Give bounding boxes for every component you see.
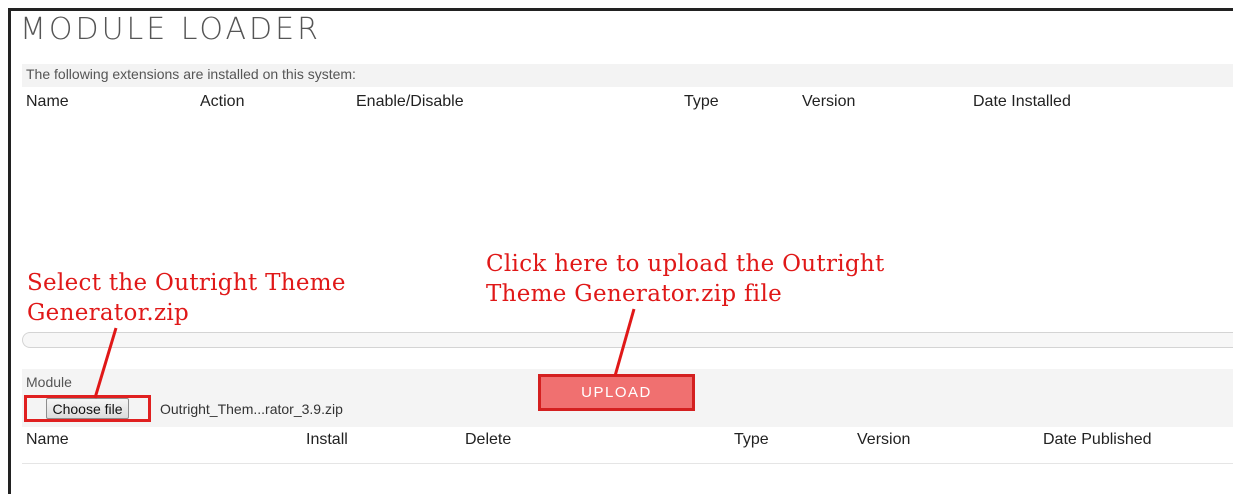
- upload-button[interactable]: UPLOAD: [538, 374, 695, 411]
- select-note-line-2: Generator.zip: [27, 300, 190, 326]
- col-header-name-2[interactable]: Name: [26, 431, 69, 449]
- col-header-date-installed[interactable]: Date Installed: [973, 93, 1071, 111]
- col-header-action[interactable]: Action: [200, 93, 244, 111]
- col-header-date-published[interactable]: Date Published: [1043, 431, 1152, 449]
- col-header-version[interactable]: Version: [802, 93, 855, 111]
- col-header-version-2[interactable]: Version: [857, 431, 910, 449]
- choose-file-highlight: Choose file: [24, 395, 151, 422]
- col-header-delete[interactable]: Delete: [465, 431, 511, 449]
- col-header-name[interactable]: Name: [26, 93, 69, 111]
- select-file-annotation: Select the Outright Theme Generator.zip: [27, 268, 346, 328]
- col-header-type-2[interactable]: Type: [734, 431, 769, 449]
- module-label: Module: [26, 374, 72, 390]
- page-title: MODULE LOADER: [20, 12, 321, 47]
- col-header-enable-disable[interactable]: Enable/Disable: [356, 93, 464, 111]
- upload-annotation: Click here to upload the Outright Theme …: [486, 249, 885, 309]
- selected-file-name: Outright_Them...rator_3.9.zip: [160, 401, 343, 417]
- upload-note-line-1: Click here to upload the Outright: [486, 251, 885, 277]
- installed-caption: The following extensions are installed o…: [26, 66, 356, 82]
- col-header-type[interactable]: Type: [684, 93, 719, 111]
- choose-file-button[interactable]: Choose file: [46, 398, 129, 419]
- upload-note-line-2: Theme Generator.zip file: [486, 281, 783, 307]
- col-header-install[interactable]: Install: [306, 431, 348, 449]
- select-note-line-1: Select the Outright Theme: [27, 270, 346, 296]
- upload-progress-bar: [22, 332, 1233, 348]
